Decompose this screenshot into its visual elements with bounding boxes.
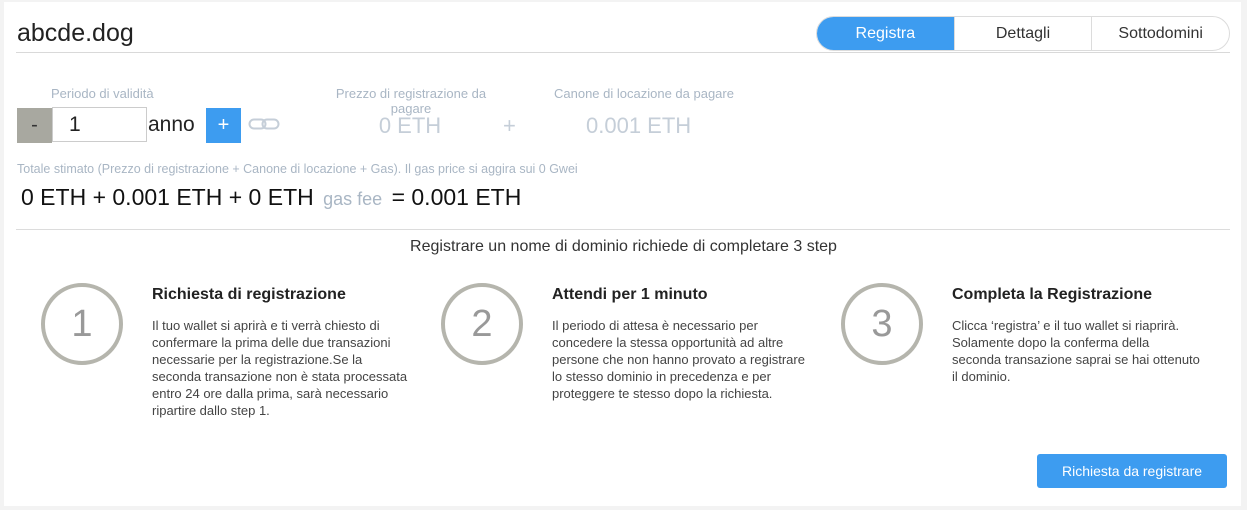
tab-bar: Registra Dettagli Sottodomini <box>816 16 1230 51</box>
decrement-button[interactable]: - <box>17 108 52 143</box>
section-divider <box>16 229 1230 230</box>
step-1-text: Il tuo wallet si aprirà e ti verrà chies… <box>152 318 408 418</box>
period-label: Periodo di validità <box>51 86 154 101</box>
request-registration-button[interactable]: Richiesta da registrare <box>1037 454 1227 488</box>
increment-button[interactable]: + <box>206 108 241 143</box>
tab-dettagli[interactable]: Dettagli <box>953 17 1092 50</box>
equation-start: 0 ETH + 0.001 ETH + 0 ETH <box>21 184 314 210</box>
equation-end: = 0.001 ETH <box>391 184 522 210</box>
steps-title: Registrare un nome di dominio richiede d… <box>410 238 837 255</box>
total-equation: 0 ETH + 0.001 ETH + 0 ETH gas fee = 0.00… <box>21 184 521 211</box>
step-1-circle: 1 <box>41 283 123 365</box>
header-divider <box>16 52 1230 53</box>
step-3-text: Clicca ‘registra’ e il tuo wallet si ria… <box>952 318 1200 384</box>
price-plus-sign: + <box>503 113 516 138</box>
rent-label: Canone di locazione da pagare <box>554 86 734 101</box>
step-1-title: Richiesta di registrazione <box>152 286 346 303</box>
gas-fee-label: gas fee <box>323 189 383 209</box>
tab-registra[interactable]: Registra <box>817 17 954 50</box>
price-value: 0 ETH <box>378 113 442 138</box>
step-3-circle: 3 <box>841 283 923 365</box>
price-label: Prezzo di registrazione da pagare <box>335 86 487 116</box>
tab-sottodomini[interactable]: Sottodomini <box>1091 17 1229 50</box>
step-2-circle: 2 <box>441 283 523 365</box>
period-unit: anno <box>148 113 195 136</box>
step-3-title: Completa la Registrazione <box>952 286 1153 303</box>
total-label: Totale stimato (Prezzo di registrazione … <box>17 162 578 176</box>
domain-title: abcde.dog <box>17 19 134 47</box>
step-2-text: Il periodo di attesa è necessario per co… <box>552 318 805 401</box>
link-icon[interactable] <box>248 115 280 138</box>
period-input[interactable]: 1 <box>52 107 147 142</box>
step-2-title: Attendi per 1 minuto <box>552 286 708 303</box>
rent-value: 0.001 ETH <box>586 113 692 138</box>
